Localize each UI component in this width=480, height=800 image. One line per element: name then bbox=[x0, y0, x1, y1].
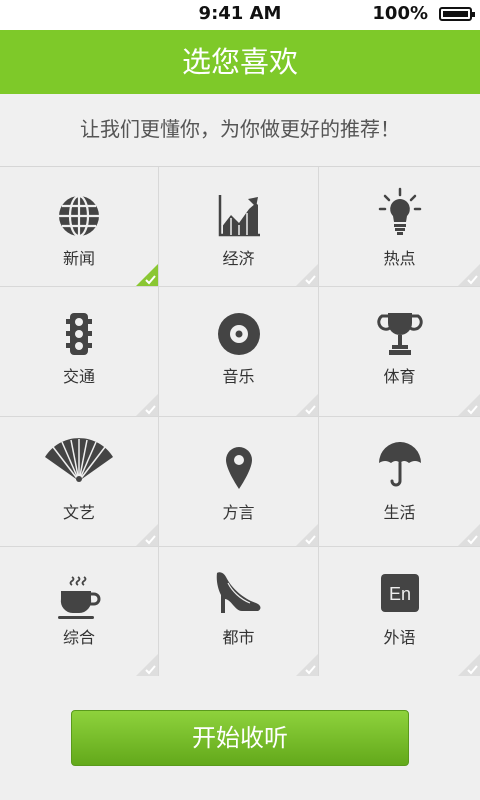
unselected-check-icon bbox=[458, 264, 480, 286]
category-label: 体育 bbox=[383, 367, 416, 386]
category-life[interactable]: 生活 bbox=[319, 417, 480, 547]
en-icon-text: En bbox=[388, 584, 410, 604]
category-music[interactable]: 音乐 bbox=[159, 287, 319, 417]
category-grid: 新闻 经济 热点 交通 音乐 体育 文艺 方言 生活 综合 都市 En 外语 bbox=[0, 166, 480, 676]
folding-fan-icon bbox=[45, 438, 113, 482]
trophy-icon bbox=[376, 313, 423, 355]
traffic-light-icon bbox=[66, 313, 92, 355]
unselected-check-icon bbox=[296, 264, 318, 286]
selected-check-icon bbox=[136, 264, 158, 286]
high-heel-icon bbox=[216, 572, 260, 613]
coffee-cup-icon bbox=[58, 576, 101, 619]
category-label: 生活 bbox=[383, 503, 416, 522]
category-label: 新闻 bbox=[62, 249, 95, 268]
unselected-check-icon bbox=[136, 394, 158, 416]
battery-icon bbox=[439, 7, 475, 21]
category-label: 交通 bbox=[62, 367, 95, 386]
en-language-icon: En bbox=[380, 574, 419, 612]
category-sports[interactable]: 体育 bbox=[319, 287, 480, 417]
category-foreign-language[interactable]: En 外语 bbox=[319, 547, 480, 676]
category-label: 外语 bbox=[383, 628, 416, 647]
status-bar: 9:41 AM 100% bbox=[0, 0, 480, 30]
category-label: 文艺 bbox=[62, 503, 95, 522]
unselected-check-icon bbox=[458, 654, 480, 676]
page-title: 选您喜欢 bbox=[181, 45, 298, 79]
start-listening-button[interactable]: 开始收听 bbox=[71, 710, 409, 766]
category-economy[interactable]: 经济 bbox=[159, 167, 319, 287]
category-traffic[interactable]: 交通 bbox=[0, 287, 159, 417]
battery-percentage: 100% bbox=[372, 3, 428, 24]
vinyl-disc-icon bbox=[217, 313, 260, 355]
category-general[interactable]: 综合 bbox=[0, 547, 159, 676]
unselected-check-icon bbox=[458, 524, 480, 546]
category-label: 都市 bbox=[222, 628, 255, 647]
category-label: 综合 bbox=[62, 628, 95, 647]
unselected-check-icon bbox=[296, 524, 318, 546]
unselected-check-icon bbox=[296, 654, 318, 676]
unselected-check-icon bbox=[136, 654, 158, 676]
category-news[interactable]: 新闻 bbox=[0, 167, 159, 287]
category-label: 方言 bbox=[222, 503, 255, 522]
category-label: 音乐 bbox=[222, 367, 255, 386]
category-label: 经济 bbox=[222, 249, 255, 268]
category-label: 热点 bbox=[383, 249, 416, 268]
map-pin-icon bbox=[225, 447, 252, 489]
category-arts[interactable]: 文艺 bbox=[0, 417, 159, 547]
category-hot-topics[interactable]: 热点 bbox=[319, 167, 480, 287]
category-dialect[interactable]: 方言 bbox=[159, 417, 319, 547]
unselected-check-icon bbox=[458, 394, 480, 416]
subtitle: 让我们更懂你，为你做更好的推荐！ bbox=[0, 94, 480, 166]
lightbulb-icon bbox=[378, 187, 421, 235]
unselected-check-icon bbox=[136, 524, 158, 546]
umbrella-icon bbox=[378, 442, 421, 487]
unselected-check-icon bbox=[296, 394, 318, 416]
stock-chart-icon bbox=[218, 195, 260, 237]
title-bar: 选您喜欢 bbox=[0, 30, 480, 94]
category-city[interactable]: 都市 bbox=[159, 547, 319, 676]
globe-icon bbox=[59, 194, 99, 238]
